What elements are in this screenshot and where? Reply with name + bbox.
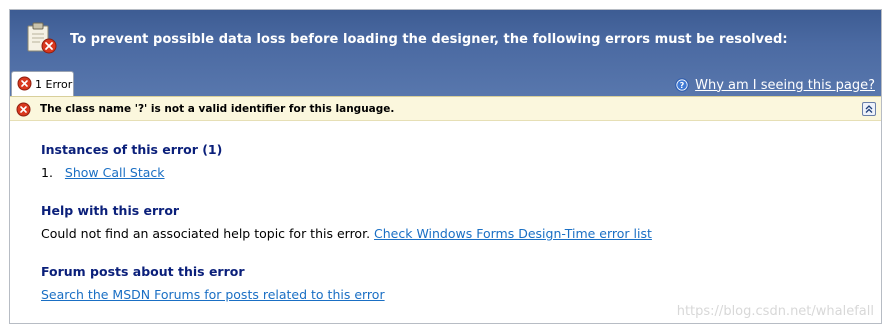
tab-errors[interactable]: 1 Error — [11, 71, 74, 96]
error-header: To prevent possible data loss before loa… — [10, 10, 881, 96]
page-title: To prevent possible data loss before loa… — [70, 32, 788, 47]
search-msdn-forums-link[interactable]: Search the MSDN Forums for posts related… — [41, 287, 385, 302]
help-text: Could not find an associated help topic … — [41, 226, 371, 241]
error-message-bar: The class name '?' is not a valid identi… — [10, 96, 881, 121]
instance-item: 1. Show Call Stack — [41, 165, 165, 180]
help-heading: Help with this error — [41, 203, 180, 218]
instance-number: 1. — [41, 165, 53, 180]
error-message: The class name '?' is not a valid identi… — [40, 103, 395, 115]
watermark: https://blog.csdn.net/whalefall — [676, 304, 874, 319]
collapse-button[interactable] — [862, 102, 876, 116]
help-text-line: Could not find an associated help topic … — [41, 226, 652, 241]
svg-text:?: ? — [680, 81, 685, 90]
check-error-list-link[interactable]: Check Windows Forms Design-Time error li… — [374, 226, 652, 241]
error-icon — [16, 102, 31, 117]
help-icon: ? — [675, 78, 689, 92]
show-call-stack-link[interactable]: Show Call Stack — [65, 165, 165, 180]
forum-heading: Forum posts about this error — [41, 264, 245, 279]
collapse-chevron-up-icon — [865, 105, 873, 113]
why-am-i-seeing-this-link[interactable]: Why am I seeing this page? — [695, 78, 875, 93]
clipboard-error-icon — [27, 22, 57, 54]
forum-link-line: Search the MSDN Forums for posts related… — [41, 287, 385, 302]
designer-error-page: To prevent possible data loss before loa… — [9, 9, 882, 324]
help-link-group[interactable]: ? Why am I seeing this page? — [675, 76, 875, 94]
tab-errors-label: 1 Error — [35, 78, 73, 91]
error-icon — [17, 76, 32, 91]
instances-heading: Instances of this error (1) — [41, 142, 223, 157]
